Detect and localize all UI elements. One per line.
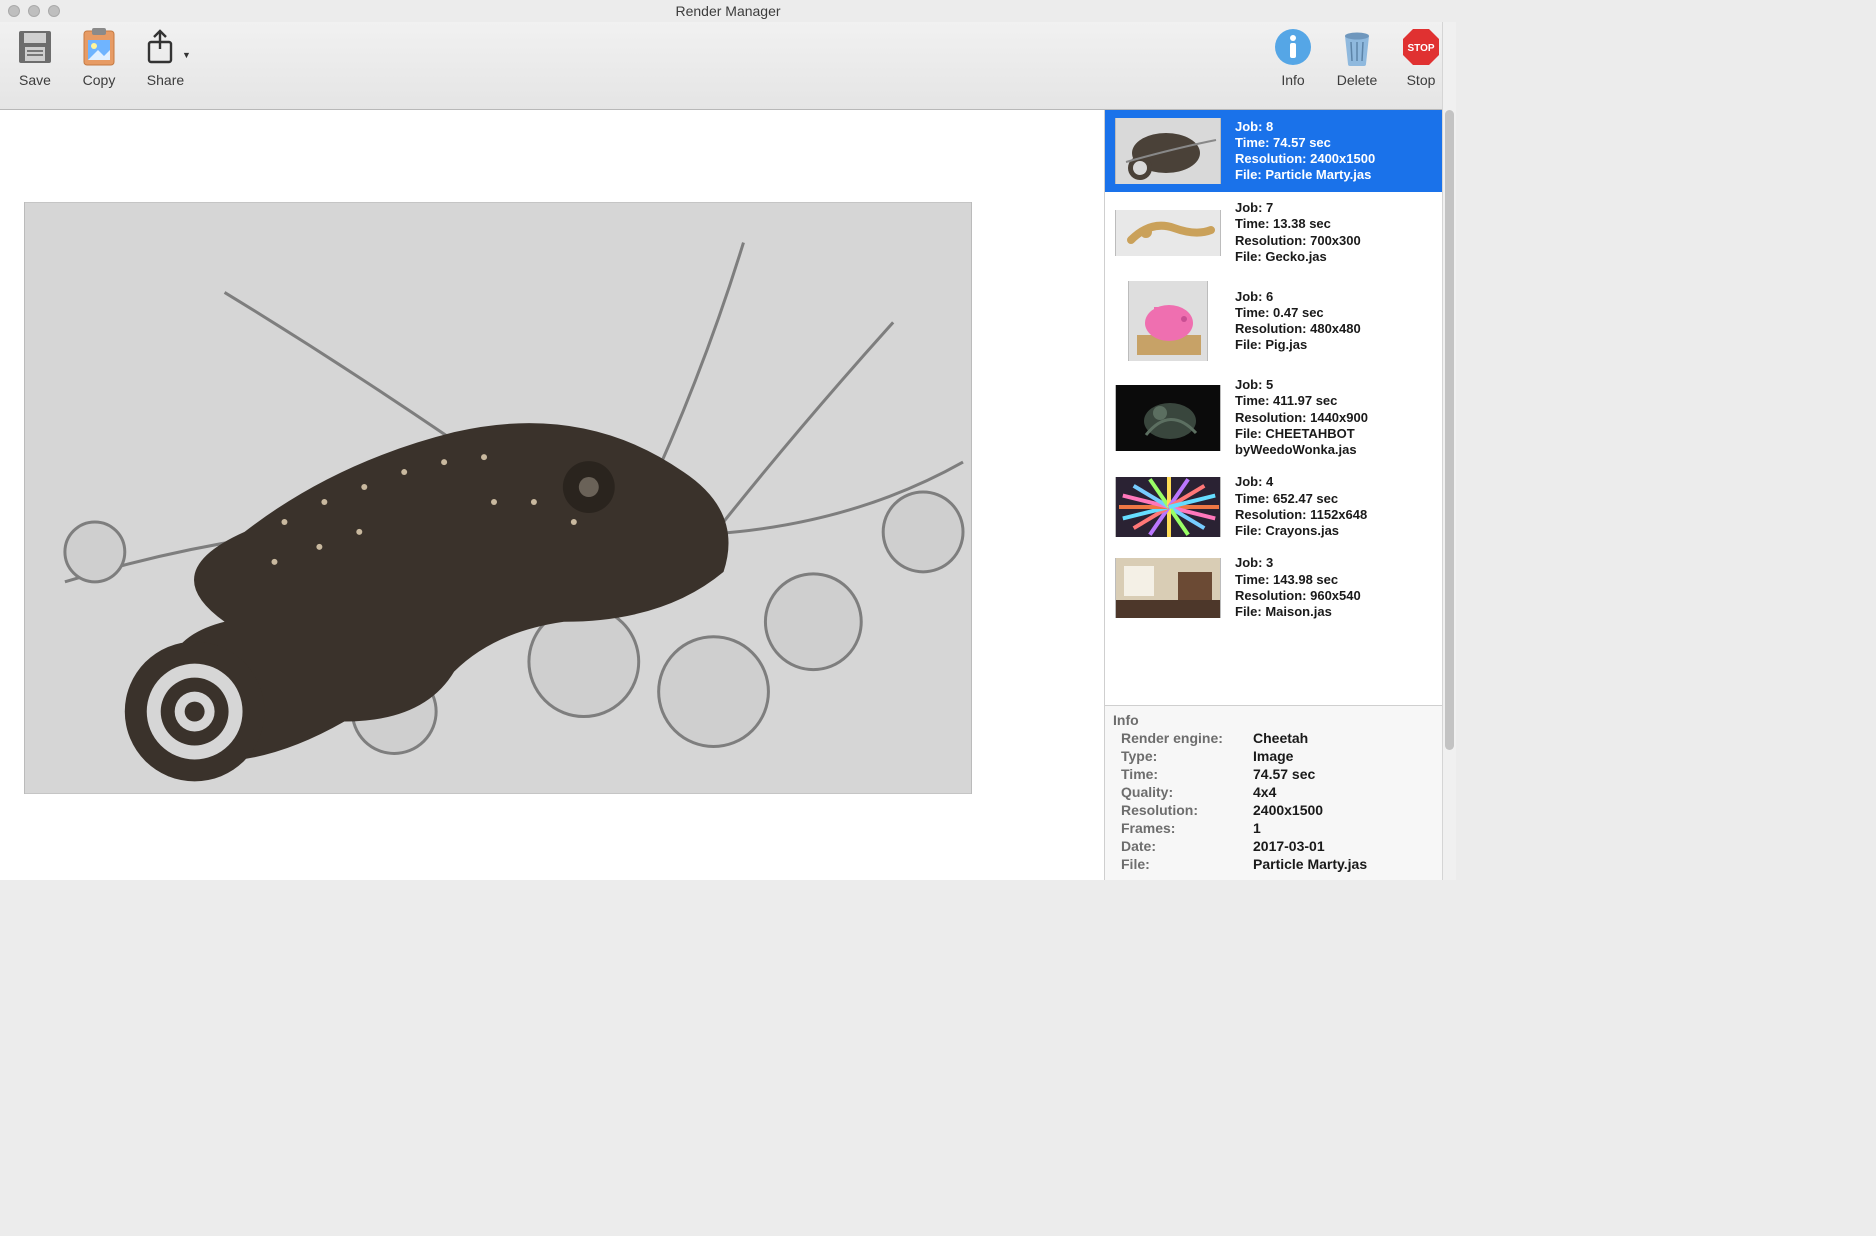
- info-type-label: Type:: [1113, 748, 1253, 764]
- info-type-value: Image: [1253, 748, 1448, 764]
- info-grid: Render engine: Cheetah Type: Image Time:…: [1113, 730, 1448, 872]
- stop-button[interactable]: STOP Stop: [1398, 26, 1444, 109]
- window-controls: [8, 5, 60, 17]
- job-meta: Job: 5Time: 411.97 secResolution: 1440x9…: [1235, 377, 1446, 458]
- content-area: Job: 8Time: 74.57 secResolution: 2400x15…: [0, 110, 1456, 880]
- render-job-item[interactable]: Job: 5Time: 411.97 secResolution: 1440x9…: [1105, 369, 1456, 466]
- info-icon: [1273, 26, 1313, 68]
- job-id: Job: 8: [1235, 119, 1375, 135]
- job-file: File: Pig.jas: [1235, 337, 1361, 353]
- info-date-value: 2017-03-01: [1253, 838, 1448, 854]
- info-engine-value: Cheetah: [1253, 730, 1448, 746]
- job-time: Time: 652.47 sec: [1235, 491, 1367, 507]
- job-meta: Job: 6Time: 0.47 secResolution: 480x480F…: [1235, 289, 1361, 354]
- trash-icon: [1337, 26, 1377, 68]
- job-id: Job: 6: [1235, 289, 1361, 305]
- minimize-window-button[interactable]: [28, 5, 40, 17]
- job-file: File: Particle Marty.jas: [1235, 167, 1375, 183]
- render-job-item[interactable]: Job: 6Time: 0.47 secResolution: 480x480F…: [1105, 273, 1456, 369]
- job-res: Resolution: 700x300: [1235, 233, 1361, 249]
- job-id: Job: 7: [1235, 200, 1361, 216]
- job-id: Job: 3: [1235, 555, 1361, 571]
- render-job-item[interactable]: Job: 8Time: 74.57 secResolution: 2400x15…: [1105, 110, 1456, 192]
- info-res-value: 2400x1500: [1253, 802, 1448, 818]
- render-job-item[interactable]: Job: 4Time: 652.47 secResolution: 1152x6…: [1105, 466, 1456, 547]
- right-pane: Job: 8Time: 74.57 secResolution: 2400x15…: [1104, 110, 1456, 880]
- save-label: Save: [19, 72, 51, 88]
- job-res: Resolution: 960x540: [1235, 588, 1361, 604]
- job-thumbnail: [1115, 385, 1221, 451]
- svg-text:STOP: STOP: [1407, 43, 1434, 54]
- job-time: Time: 411.97 sec: [1235, 393, 1446, 409]
- save-button[interactable]: Save: [12, 26, 58, 109]
- job-file: File: Maison.jas: [1235, 604, 1361, 620]
- job-thumbnail: [1115, 118, 1221, 184]
- stop-label: Stop: [1407, 72, 1436, 88]
- close-window-button[interactable]: [8, 5, 20, 17]
- job-time: Time: 0.47 sec: [1235, 305, 1361, 321]
- info-engine-label: Render engine:: [1113, 730, 1253, 746]
- job-id: Job: 5: [1235, 377, 1446, 393]
- job-thumbnail: [1128, 281, 1208, 361]
- share-icon: [140, 26, 180, 68]
- window-title: Render Manager: [0, 3, 1456, 19]
- job-thumbnail: [1115, 477, 1221, 537]
- job-res: Resolution: 2400x1500: [1235, 151, 1375, 167]
- info-file-label: File:: [1113, 856, 1253, 872]
- info-time-label: Time:: [1113, 766, 1253, 782]
- info-frames-value: 1: [1253, 820, 1448, 836]
- toolbar-left-group: Save Copy: [12, 26, 191, 109]
- floppy-disk-icon: [15, 26, 55, 68]
- zoom-window-button[interactable]: [48, 5, 60, 17]
- info-date-label: Date:: [1113, 838, 1253, 854]
- share-button[interactable]: ▼ Share: [140, 26, 191, 109]
- job-meta: Job: 4Time: 652.47 secResolution: 1152x6…: [1235, 474, 1367, 539]
- share-label: Share: [147, 72, 184, 88]
- job-file: File: CHEETAHBOT byWeedoWonka.jas: [1235, 426, 1446, 459]
- job-meta: Job: 8Time: 74.57 secResolution: 2400x15…: [1235, 119, 1375, 184]
- info-panel: Info Render engine: Cheetah Type: Image …: [1105, 705, 1456, 880]
- job-thumbnail: [1115, 210, 1221, 256]
- render-job-list[interactable]: Job: 8Time: 74.57 secResolution: 2400x15…: [1105, 110, 1456, 705]
- render-canvas-pane: [0, 110, 1104, 880]
- job-file: File: Gecko.jas: [1235, 249, 1361, 265]
- job-time: Time: 13.38 sec: [1235, 216, 1361, 232]
- info-frames-label: Frames:: [1113, 820, 1253, 836]
- render-job-item[interactable]: Job: 7Time: 13.38 secResolution: 700x300…: [1105, 192, 1456, 273]
- info-quality-label: Quality:: [1113, 784, 1253, 800]
- titlebar: Render Manager: [0, 0, 1456, 22]
- job-res: Resolution: 1152x648: [1235, 507, 1367, 523]
- job-thumbnail: [1115, 558, 1221, 618]
- delete-label: Delete: [1337, 72, 1377, 88]
- app-window: Render Manager Save: [0, 0, 1456, 880]
- info-time-value: 74.57 sec: [1253, 766, 1448, 782]
- toolbar-right-group: Info Delete: [1270, 26, 1444, 109]
- stop-icon: STOP: [1401, 26, 1441, 68]
- info-heading: Info: [1113, 712, 1448, 728]
- info-label: Info: [1281, 72, 1304, 88]
- render-preview-image: [24, 202, 972, 794]
- job-meta: Job: 7Time: 13.38 secResolution: 700x300…: [1235, 200, 1361, 265]
- job-res: Resolution: 480x480: [1235, 321, 1361, 337]
- job-time: Time: 143.98 sec: [1235, 572, 1361, 588]
- delete-button[interactable]: Delete: [1334, 26, 1380, 109]
- job-file: File: Crayons.jas: [1235, 523, 1367, 539]
- toolbar: Save Copy: [0, 22, 1456, 110]
- clipboard-image-icon: [79, 26, 119, 68]
- window-scrollbar[interactable]: [1442, 22, 1456, 880]
- info-res-label: Resolution:: [1113, 802, 1253, 818]
- job-time: Time: 74.57 sec: [1235, 135, 1375, 151]
- scrollbar-thumb[interactable]: [1445, 110, 1454, 750]
- copy-label: Copy: [83, 72, 116, 88]
- job-id: Job: 4: [1235, 474, 1367, 490]
- info-button[interactable]: Info: [1270, 26, 1316, 109]
- job-res: Resolution: 1440x900: [1235, 410, 1446, 426]
- job-meta: Job: 3Time: 143.98 secResolution: 960x54…: [1235, 555, 1361, 620]
- copy-button[interactable]: Copy: [76, 26, 122, 109]
- info-quality-value: 4x4: [1253, 784, 1448, 800]
- dropdown-arrow-icon: ▼: [182, 50, 191, 60]
- render-job-item[interactable]: Job: 3Time: 143.98 secResolution: 960x54…: [1105, 547, 1456, 628]
- info-file-value: Particle Marty.jas: [1253, 856, 1448, 872]
